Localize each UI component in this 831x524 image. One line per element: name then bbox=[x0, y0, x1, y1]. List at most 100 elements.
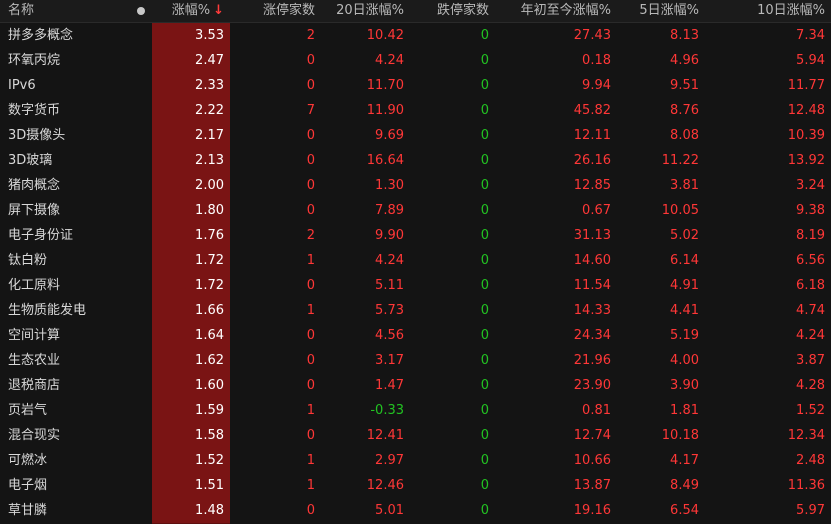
change-10d: 11.77 bbox=[787, 78, 825, 93]
change-10d: 9.38 bbox=[796, 203, 825, 218]
change-10d: 6.56 bbox=[796, 253, 825, 268]
sector-name: 页岩气 bbox=[8, 403, 48, 418]
col-header-20d[interactable]: 20日涨幅% bbox=[321, 0, 410, 22]
change-ytd: 19.16 bbox=[573, 503, 611, 518]
row-marker bbox=[130, 423, 152, 448]
change-pct: 1.80 bbox=[152, 198, 230, 224]
change-ytd: 13.87 bbox=[573, 478, 611, 493]
table-row[interactable]: 草甘膦 1.48 0 5.01 0 19.16 6.54 5.97 bbox=[0, 498, 831, 524]
table-row[interactable]: 退税商店 1.60 0 1.47 0 23.90 3.90 4.28 bbox=[0, 373, 831, 399]
change-pct: 1.59 bbox=[152, 398, 230, 424]
limit-up-count: 1 bbox=[306, 253, 315, 268]
sector-name: 空间计算 bbox=[8, 328, 61, 343]
table-row[interactable]: 钛白粉 1.72 1 4.24 0 14.60 6.14 6.56 bbox=[0, 248, 831, 274]
col-header-10d[interactable]: 10日涨幅% bbox=[705, 0, 831, 22]
change-20d: 3.17 bbox=[375, 353, 404, 368]
row-marker bbox=[130, 123, 152, 148]
limit-down-count: 0 bbox=[480, 428, 489, 443]
change-20d: 1.30 bbox=[375, 178, 404, 193]
table-row[interactable]: 空间计算 1.64 0 4.56 0 24.34 5.19 4.24 bbox=[0, 323, 831, 349]
col-header-limitdown[interactable]: 跌停家数 bbox=[410, 0, 495, 22]
limit-down-count: 0 bbox=[480, 203, 489, 218]
change-10d: 4.24 bbox=[796, 328, 825, 343]
limit-down-count: 0 bbox=[480, 153, 489, 168]
sector-name: 环氧丙烷 bbox=[8, 53, 61, 68]
change-5d: 1.81 bbox=[670, 403, 699, 418]
change-20d: 11.90 bbox=[366, 103, 404, 118]
change-pct: 1.66 bbox=[152, 298, 230, 324]
limit-down-count: 0 bbox=[480, 453, 489, 468]
change-10d: 3.87 bbox=[796, 353, 825, 368]
change-20d: 7.89 bbox=[375, 203, 404, 218]
limit-up-count: 1 bbox=[306, 403, 315, 418]
change-ytd: 12.11 bbox=[573, 128, 611, 143]
change-20d: 5.01 bbox=[375, 503, 404, 518]
sector-name: 生态农业 bbox=[8, 353, 61, 368]
change-5d: 4.41 bbox=[670, 303, 699, 318]
change-10d: 1.52 bbox=[796, 403, 825, 418]
change-5d: 8.76 bbox=[670, 103, 699, 118]
table-row[interactable]: 电子烟 1.51 1 12.46 0 13.87 8.49 11.36 bbox=[0, 473, 831, 499]
limit-up-count: 0 bbox=[306, 278, 315, 293]
change-pct: 2.17 bbox=[152, 123, 230, 149]
sort-desc-icon: ↓ bbox=[213, 3, 224, 18]
table-header: 名称 涨幅% ↓ 涨停家数 20日涨幅% 跌停家数 年初至今涨幅% 5日涨幅% 1… bbox=[0, 0, 831, 23]
change-5d: 5.02 bbox=[670, 228, 699, 243]
change-20d: 9.69 bbox=[375, 128, 404, 143]
change-10d: 8.19 bbox=[796, 228, 825, 243]
change-pct: 2.13 bbox=[152, 148, 230, 174]
col-header-limitup[interactable]: 涨停家数 bbox=[230, 0, 321, 22]
sector-name: 退税商店 bbox=[8, 378, 61, 393]
change-20d: 4.24 bbox=[375, 53, 404, 68]
limit-down-count: 0 bbox=[480, 303, 489, 318]
change-pct: 3.53 bbox=[152, 23, 230, 49]
change-5d: 10.18 bbox=[661, 428, 699, 443]
sector-name: 拼多多概念 bbox=[8, 28, 74, 43]
row-marker bbox=[130, 373, 152, 398]
row-marker bbox=[130, 198, 152, 223]
table-row[interactable]: 可燃冰 1.52 1 2.97 0 10.66 4.17 2.48 bbox=[0, 448, 831, 474]
sector-name: 3D玻璃 bbox=[8, 153, 53, 168]
change-ytd: 24.34 bbox=[573, 328, 611, 343]
change-20d: 4.56 bbox=[375, 328, 404, 343]
table-row[interactable]: 3D玻璃 2.13 0 16.64 0 26.16 11.22 13.92 bbox=[0, 148, 831, 174]
table-row[interactable]: 生态农业 1.62 0 3.17 0 21.96 4.00 3.87 bbox=[0, 348, 831, 374]
col-header-ytd[interactable]: 年初至今涨幅% bbox=[495, 0, 617, 22]
change-ytd: 10.66 bbox=[573, 453, 611, 468]
change-20d: 11.70 bbox=[366, 78, 404, 93]
col-header-name[interactable]: 名称 bbox=[0, 0, 130, 22]
table-row[interactable]: 屏下摄像 1.80 0 7.89 0 0.67 10.05 9.38 bbox=[0, 198, 831, 224]
table-row[interactable]: 页岩气 1.59 1 -0.33 0 0.81 1.81 1.52 bbox=[0, 398, 831, 424]
table-row[interactable]: IPv6 2.33 0 11.70 0 9.94 9.51 11.77 bbox=[0, 73, 831, 99]
table-row[interactable]: 电子身份证 1.76 2 9.90 0 31.13 5.02 8.19 bbox=[0, 223, 831, 249]
limit-up-count: 0 bbox=[306, 503, 315, 518]
sector-name: 钛白粉 bbox=[8, 253, 48, 268]
change-20d: 1.47 bbox=[375, 378, 404, 393]
col-header-5d[interactable]: 5日涨幅% bbox=[617, 0, 705, 22]
table-row[interactable]: 猪肉概念 2.00 0 1.30 0 12.85 3.81 3.24 bbox=[0, 173, 831, 199]
limit-down-count: 0 bbox=[480, 128, 489, 143]
row-marker bbox=[130, 173, 152, 198]
limit-up-count: 7 bbox=[306, 103, 315, 118]
limit-up-count: 1 bbox=[306, 303, 315, 318]
change-5d: 4.96 bbox=[670, 53, 699, 68]
table-row[interactable]: 3D摄像头 2.17 0 9.69 0 12.11 8.08 10.39 bbox=[0, 123, 831, 149]
row-marker bbox=[130, 398, 152, 423]
change-5d: 6.14 bbox=[670, 253, 699, 268]
table-row[interactable]: 数字货币 2.22 7 11.90 0 45.82 8.76 12.48 bbox=[0, 98, 831, 124]
change-10d: 12.34 bbox=[787, 428, 825, 443]
row-marker bbox=[130, 98, 152, 123]
limit-up-count: 2 bbox=[306, 28, 315, 43]
change-10d: 12.48 bbox=[787, 103, 825, 118]
col-header-marker[interactable] bbox=[130, 0, 152, 22]
limit-up-count: 0 bbox=[306, 353, 315, 368]
col-header-pct[interactable]: 涨幅% ↓ bbox=[152, 0, 230, 22]
table-row[interactable]: 拼多多概念 3.53 2 10.42 0 27.43 8.13 7.34 bbox=[0, 23, 831, 49]
change-ytd: 27.43 bbox=[573, 28, 611, 43]
table-row[interactable]: 化工原料 1.72 0 5.11 0 11.54 4.91 6.18 bbox=[0, 273, 831, 299]
table-row[interactable]: 环氧丙烷 2.47 0 4.24 0 0.18 4.96 5.94 bbox=[0, 48, 831, 74]
table-row[interactable]: 混合现实 1.58 0 12.41 0 12.74 10.18 12.34 bbox=[0, 423, 831, 449]
table-row[interactable]: 生物质能发电 1.66 1 5.73 0 14.33 4.41 4.74 bbox=[0, 298, 831, 324]
limit-down-count: 0 bbox=[480, 478, 489, 493]
limit-down-count: 0 bbox=[480, 253, 489, 268]
